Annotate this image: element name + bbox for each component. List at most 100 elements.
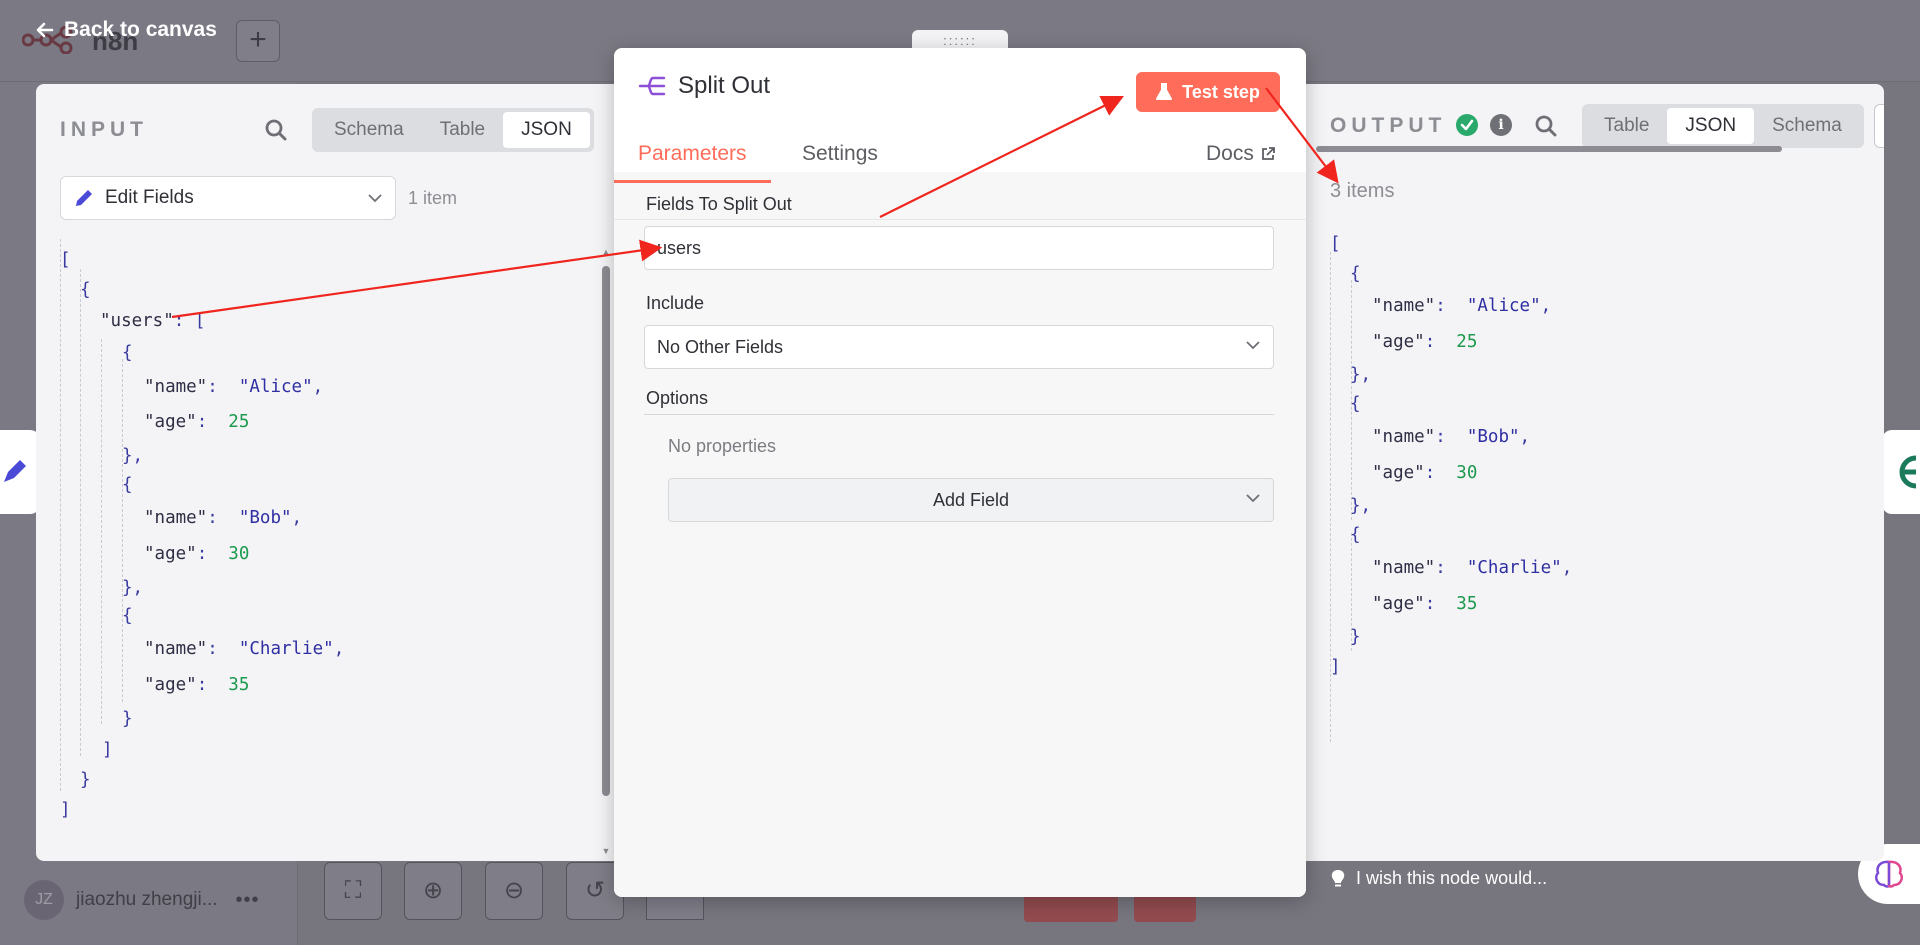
json-key: "users" — [100, 311, 174, 331]
chevron-down-icon — [368, 194, 382, 203]
user-name: jiaozhu zhengji... — [76, 889, 218, 910]
output-item-count: 3 items — [1330, 180, 1395, 202]
feedback-label: I wish this node would... — [1356, 868, 1548, 888]
json-line: "name": "Alice", — [144, 377, 324, 397]
json-line: { — [122, 606, 133, 626]
tab-table[interactable]: Table — [1586, 108, 1667, 144]
output-panel: OUTPUT i Table JSON Schema 3 items [ { "… — [1300, 84, 1884, 861]
json-string: Alice — [249, 377, 303, 397]
add-field-button[interactable]: Add Field — [668, 478, 1274, 522]
no-properties-text: No properties — [668, 436, 777, 456]
json-line: "name": "Alice", — [1372, 296, 1552, 316]
pencil-icon — [4, 460, 26, 482]
tab-json[interactable]: JSON — [503, 112, 590, 148]
tab-parameters[interactable]: Parameters — [614, 142, 771, 183]
options-divider — [644, 414, 1274, 415]
input-node-select[interactable]: Edit Fields — [60, 176, 396, 220]
test-step-label: Test step — [1182, 81, 1260, 102]
test-step-button[interactable]: Test step — [1136, 72, 1280, 112]
loop-icon — [1899, 455, 1917, 489]
json-line: "name": "Charlie", — [1372, 558, 1573, 578]
node-header: Split Out — [638, 72, 770, 100]
json-line: ] — [60, 800, 71, 820]
json-number: 30 — [1456, 463, 1478, 483]
output-view-switcher: Table JSON Schema — [1582, 104, 1864, 148]
docs-label: Docs — [1206, 142, 1254, 165]
json-line: "age": 25 — [1372, 332, 1478, 352]
json-number: 25 — [1456, 332, 1478, 352]
fields-to-split-label: Fields To Split Out — [646, 194, 792, 214]
json-number: 35 — [228, 675, 250, 695]
json-line: "name": "Bob", — [144, 508, 303, 528]
chevron-down-icon — [1246, 494, 1260, 503]
json-number: 25 — [228, 412, 250, 432]
tab-table[interactable]: Table — [422, 112, 503, 148]
json-line: [ — [60, 250, 71, 270]
json-line: ] — [102, 740, 113, 760]
tab-schema[interactable]: Schema — [1754, 108, 1860, 144]
info-icon[interactable]: i — [1490, 114, 1512, 136]
output-scrollbar[interactable] — [1316, 146, 1782, 152]
json-line: } — [80, 770, 91, 790]
search-icon[interactable] — [1534, 114, 1558, 138]
json-string: Bob — [1477, 427, 1509, 447]
node-settings-panel: Split Out Test step Parameters Settings … — [614, 48, 1306, 897]
json-number: 35 — [1456, 594, 1478, 614]
options-label: Options — [646, 388, 709, 408]
avatar: JZ — [24, 880, 64, 920]
json-line: { — [1350, 394, 1361, 414]
tab-json[interactable]: JSON — [1667, 108, 1755, 144]
back-to-canvas-link[interactable]: Back to canvas — [36, 18, 217, 42]
brain-icon — [1875, 860, 1903, 888]
zoom-in-icon[interactable]: ⊕ — [404, 862, 462, 920]
flask-icon — [1156, 83, 1173, 100]
chevron-down-icon — [1246, 341, 1260, 350]
json-string: Charlie — [249, 639, 324, 659]
scroll-up-icon[interactable]: ▲ — [600, 247, 612, 257]
json-line: "age": 35 — [1372, 594, 1478, 614]
docs-link[interactable]: Docs — [1206, 142, 1276, 166]
fit-view-icon[interactable]: ⛶ — [324, 862, 382, 920]
tab-settings[interactable]: Settings — [802, 142, 878, 180]
json-line: "name": "Charlie", — [144, 639, 345, 659]
json-line: }, — [122, 446, 144, 466]
json-line: }, — [1350, 496, 1372, 516]
json-string: Charlie — [1477, 558, 1552, 578]
more-icon[interactable]: ••• — [236, 889, 260, 912]
json-line: } — [1350, 627, 1361, 647]
zoom-out-icon[interactable]: ⊖ — [485, 862, 543, 920]
json-string: Bob — [249, 508, 281, 528]
previous-node-tab[interactable] — [0, 430, 40, 514]
feedback-link[interactable]: I wish this node would... — [1330, 868, 1547, 889]
json-line: "age": 30 — [144, 544, 250, 564]
next-node-tab[interactable] — [1882, 430, 1920, 514]
json-line: { — [122, 343, 133, 363]
output-edit-button[interactable] — [1874, 104, 1884, 148]
input-scrollbar[interactable] — [602, 266, 610, 796]
user-menu[interactable]: JZ jiaozhu zhengji... ••• — [24, 880, 260, 920]
tab-schema[interactable]: Schema — [316, 112, 422, 148]
json-line: { — [80, 280, 91, 300]
input-panel: INPUT Schema Table JSON Edit Fields 1 it… — [36, 84, 616, 861]
node-title[interactable]: Split Out — [678, 72, 770, 100]
json-string: " — [238, 377, 250, 397]
parameters-area — [614, 172, 1306, 897]
add-node-button[interactable]: + — [236, 20, 280, 62]
json-line: }, — [122, 578, 144, 598]
include-select[interactable]: No Other Fields — [644, 325, 1274, 369]
output-panel-label: OUTPUT — [1330, 114, 1447, 137]
json-line: "age": 30 — [1372, 463, 1478, 483]
json-line: "age": 35 — [144, 675, 250, 695]
scroll-down-icon[interactable]: ▼ — [600, 846, 612, 856]
include-value: No Other Fields — [657, 337, 784, 357]
input-item-count: 1 item — [408, 188, 458, 208]
json-line: ] — [1330, 657, 1341, 677]
include-label: Include — [646, 293, 705, 313]
json-line: { — [1350, 525, 1361, 545]
fields-to-split-input[interactable]: users — [644, 226, 1274, 270]
input-node-name: Edit Fields — [105, 187, 194, 208]
input-panel-label: INPUT — [60, 118, 148, 141]
search-icon[interactable] — [264, 118, 288, 142]
json-string: Alice — [1477, 296, 1531, 316]
json-line: { — [122, 475, 133, 495]
